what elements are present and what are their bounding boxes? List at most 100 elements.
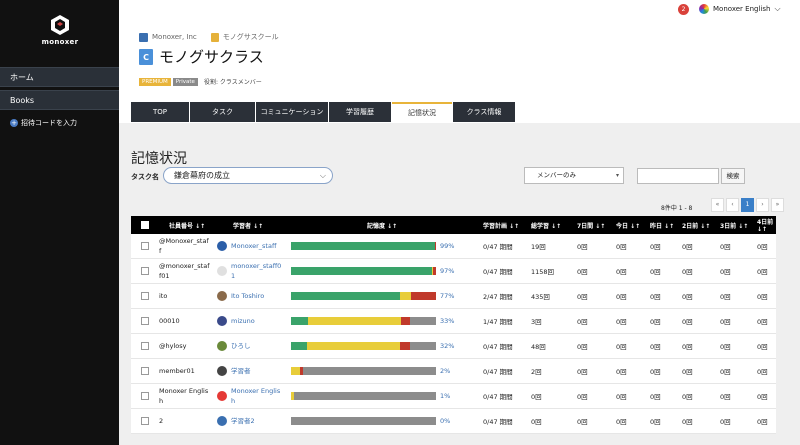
organization-name[interactable]: Monoxer, Inc [152, 33, 197, 41]
learner-link[interactable]: Ito Toshiro [231, 291, 264, 301]
row-checkbox-cell [141, 234, 149, 258]
tab-tasks[interactable]: タスク [190, 102, 255, 122]
col-yesterday[interactable]: 昨日 ↓↑ [650, 216, 674, 234]
tab-learning-history[interactable]: 学習履歴 [329, 102, 391, 122]
col-employee-id[interactable]: 社員番号 ↓↑ [169, 216, 205, 234]
row-checkbox[interactable] [141, 417, 149, 425]
col-today[interactable]: 今日 ↓↑ [616, 216, 640, 234]
cell-total: 48回 [531, 343, 546, 351]
private-badge: Private [172, 77, 198, 86]
cell-memory: 32% [291, 334, 454, 358]
pager-page-1[interactable]: 1 [741, 198, 754, 212]
cell-today: 0回 [616, 293, 627, 301]
cell-learner: Monoxer_staff [217, 234, 276, 258]
member-filter-select[interactable]: メンバーのみ ▾ [524, 167, 624, 184]
sidebar-item-home[interactable]: ホーム [0, 67, 119, 87]
task-select-value: 鎌倉幕府の成立 [174, 171, 230, 180]
cell-d2: 0回 [682, 268, 693, 276]
memory-percent: 99% [440, 242, 455, 250]
language-label: Monoxer English [713, 5, 771, 13]
monoxer-logo[interactable]: monoxer [40, 14, 80, 46]
cell-d4: 0回 [757, 393, 768, 401]
col-memory[interactable]: 記憶度 ↓↑ [367, 216, 397, 234]
col-4days[interactable]: 4日前 ↓↑ [757, 216, 776, 234]
row-checkbox-cell [141, 309, 149, 333]
select-all-checkbox[interactable] [141, 221, 149, 229]
pager-first[interactable]: « [711, 198, 724, 212]
cell-today: 0回 [616, 268, 627, 276]
cell-plan: 0/47 期間 [483, 268, 513, 276]
invite-code-button[interactable]: + 招待コードを入力 [10, 118, 77, 128]
avatar [217, 291, 227, 301]
cell-learner: Ito Toshiro [217, 284, 264, 308]
row-checkbox[interactable] [141, 242, 149, 250]
cell-d4: 0回 [757, 318, 768, 326]
row-checkbox[interactable] [141, 267, 149, 275]
cell-d7: 0回 [577, 243, 588, 251]
memory-percent: 2% [440, 367, 451, 375]
learner-link[interactable]: monoxer_staff0 1 [231, 261, 281, 281]
learner-link[interactable]: 学習者2 [231, 416, 255, 426]
col-plan[interactable]: 学習計画 ↓↑ [483, 216, 519, 234]
col-2days[interactable]: 2日前 ↓↑ [682, 216, 710, 234]
cell-plan: 0/47 期間 [483, 393, 513, 401]
memory-bar [291, 342, 436, 350]
cell-id: @monoxer_staf f01 [159, 262, 210, 280]
memory-bar-gray [409, 342, 436, 350]
cell-yesterday: 0回 [650, 343, 661, 351]
col-learner[interactable]: 学習者 ↓↑ [233, 216, 263, 234]
cell-d2: 0回 [682, 293, 693, 301]
tab-memory-status[interactable]: 記憶状況 [392, 102, 452, 122]
row-checkbox[interactable] [141, 342, 149, 350]
main-area: 2 Monoxer English ⌵ Monoxer, Inc モノグサスクー… [119, 0, 800, 445]
row-checkbox[interactable] [141, 292, 149, 300]
search-button[interactable]: 検索 [721, 168, 745, 184]
pager-prev[interactable]: ‹ [726, 198, 739, 212]
col-7days[interactable]: 7日間 ↓↑ [577, 216, 605, 234]
cell-learner: 学習者2 [217, 409, 255, 433]
pager-last[interactable]: » [771, 198, 784, 212]
col-3days[interactable]: 3日前 ↓↑ [720, 216, 748, 234]
memory-bar-red [433, 267, 436, 275]
row-checkbox[interactable] [141, 392, 149, 400]
task-select[interactable]: 鎌倉幕府の成立 ⌵ [163, 167, 333, 184]
cell-d2: 0回 [682, 368, 693, 376]
page-title: モノグサクラス [159, 48, 264, 66]
premium-badge: PREMIUM [139, 77, 171, 86]
memory-bar-green [291, 342, 307, 350]
class-header: Monoxer, Inc モノグサスクール C モノグサクラス PREMIUM … [119, 20, 800, 123]
tab-top[interactable]: TOP [131, 102, 189, 122]
learner-link[interactable]: Monoxer_staff [231, 241, 276, 251]
col-total[interactable]: 総学習 ↓↑ [531, 216, 561, 234]
cell-learner: Monoxer Englis h [217, 384, 280, 408]
cell-d2: 0回 [682, 343, 693, 351]
class-badges: PREMIUM Private 役割: クラスメンバー [139, 77, 262, 86]
cell-total: 2回 [531, 368, 542, 376]
breadcrumb: Monoxer, Inc モノグサスクール [139, 32, 279, 42]
pager-next[interactable]: › [756, 198, 769, 212]
row-checkbox-cell [141, 334, 149, 358]
learner-link[interactable]: ひろし [231, 341, 251, 351]
learner-link[interactable]: 学習者 [231, 366, 251, 376]
learner-link[interactable]: mizuno [231, 316, 255, 326]
memory-bar-yellow [308, 317, 402, 325]
cell-plan: 1/47 期間 [483, 318, 513, 326]
school-icon [210, 32, 219, 42]
cell-id: Monoxer Englis h [159, 387, 209, 405]
tab-class-info[interactable]: クラス情報 [453, 102, 515, 122]
table-row: member01 0/47 期間 2回 0回 0回 0回 0回 0回 0回 学習者 2% [131, 359, 776, 384]
row-checkbox[interactable] [141, 367, 149, 375]
memory-bar-red [411, 292, 436, 300]
learner-link[interactable]: Monoxer Englis h [231, 386, 280, 406]
sidebar-item-books[interactable]: Books [0, 90, 119, 110]
pager-info: 8件中 1 - 8 [661, 205, 693, 212]
search-input[interactable] [637, 168, 719, 184]
memory-percent: 32% [440, 342, 455, 350]
row-checkbox[interactable] [141, 317, 149, 325]
notification-badge[interactable]: 2 [678, 4, 689, 15]
memory-bar-green [291, 267, 432, 275]
tab-communication[interactable]: コミュニケーション [256, 102, 328, 122]
language-selector[interactable]: Monoxer English ⌵ [699, 4, 781, 14]
avatar [217, 266, 227, 276]
school-name[interactable]: モノグサスクール [223, 32, 279, 42]
